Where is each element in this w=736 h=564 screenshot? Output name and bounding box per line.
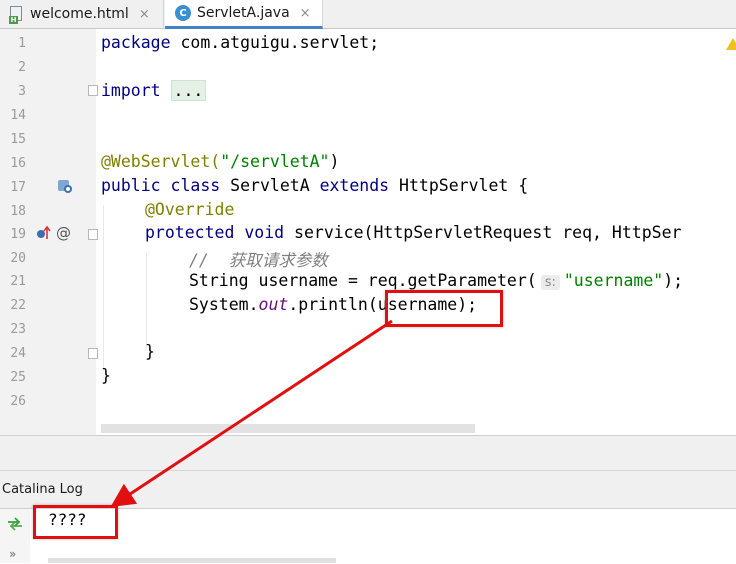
highlight-box-log-output: [33, 505, 118, 539]
indent-guide: [103, 205, 104, 371]
code-line: import ...: [101, 80, 207, 101]
horizontal-scrollbar[interactable]: [101, 424, 475, 433]
line-number: 20: [10, 251, 26, 266]
code-line: protected void service(HttpServletReques…: [145, 223, 682, 242]
tab-label: welcome.html: [30, 6, 129, 22]
indent-guide: [146, 253, 147, 349]
editor-tab-bar: H welcome.html × C ServletA.java ×: [0, 0, 736, 29]
code-comment: // 获取请求参数: [189, 251, 328, 270]
soft-wrap-icon[interactable]: [6, 517, 24, 537]
line-number: 3: [18, 84, 26, 99]
line-number: 16: [10, 156, 26, 171]
warning-icon[interactable]: [726, 38, 736, 50]
line-number: 23: [10, 322, 26, 337]
folded-imports[interactable]: ...: [170, 80, 207, 101]
tab-servleta-java[interactable]: C ServletA.java ×: [165, 0, 323, 29]
fold-expand-icon[interactable]: [88, 85, 98, 96]
line-number: 18: [10, 204, 26, 219]
highlight-box-println: [385, 290, 503, 327]
tab-label: ServletA.java: [197, 5, 290, 21]
log-panel-title[interactable]: Catalina Log: [2, 482, 83, 497]
line-number: 17: [10, 180, 26, 195]
line-number: 24: [10, 346, 26, 361]
line-number: 1: [18, 36, 26, 51]
line-number: 26: [10, 394, 26, 409]
fold-end-icon[interactable]: [88, 348, 98, 359]
overrides-method-icon[interactable]: [35, 225, 51, 245]
fold-collapse-icon[interactable]: [88, 229, 98, 240]
line-number: 14: [10, 108, 26, 123]
line-number: 25: [10, 370, 26, 385]
panel-divider: [0, 435, 736, 471]
line-number: 19: [10, 227, 26, 242]
line-number: 21: [10, 274, 26, 289]
code-line: @WebServlet("/servletA"): [101, 152, 340, 171]
log-panel-header: [0, 470, 736, 509]
log-scrollbar[interactable]: [48, 558, 336, 563]
html-file-icon: H: [9, 6, 24, 24]
web-servlet-icon[interactable]: [57, 178, 73, 198]
java-class-icon: C: [175, 5, 191, 21]
code-line: @Override: [145, 200, 235, 219]
more-actions-icon[interactable]: »: [9, 547, 16, 561]
code-line: package com.atguigu.servlet;: [101, 33, 380, 52]
line-number: 22: [10, 298, 26, 313]
tab-welcome-html[interactable]: H welcome.html ×: [0, 0, 164, 28]
close-icon[interactable]: ×: [300, 6, 311, 21]
code-line: }: [101, 366, 111, 385]
code-line: String username = req.getParameter(s: "us…: [189, 271, 684, 290]
line-number: 15: [10, 132, 26, 147]
annotation-marker-icon[interactable]: @: [56, 224, 71, 242]
code-line: }: [145, 342, 155, 361]
code-line: public class ServletA extends HttpServle…: [101, 176, 529, 195]
close-icon[interactable]: ×: [139, 7, 150, 22]
line-number: 2: [18, 60, 26, 75]
parameter-hint: s:: [540, 275, 560, 290]
